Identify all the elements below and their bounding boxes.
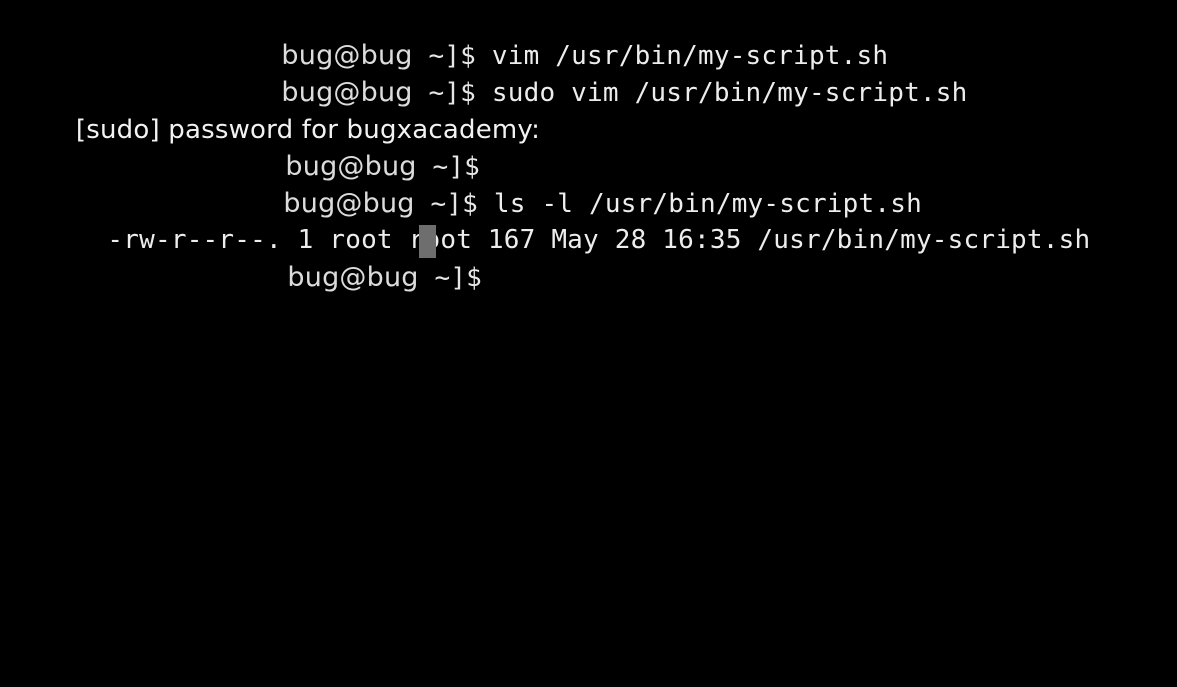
terminal-line-2: bug@bug ~]$ sudo vim /usr/bin/my-script.… (218, 39, 968, 108)
command-text: sudo vim /usr/bin/my-script.sh (491, 78, 968, 108)
terminal-line-6: -rw-r--r--. 1 root root 167 May 28 16:35… (44, 186, 1090, 255)
terminal-line-5: bug@bug ~]$ ls -l /usr/bin/my-script.sh (220, 150, 922, 219)
terminal-cursor (419, 225, 436, 258)
prompt-host: bug@bug (287, 262, 419, 293)
terminal-line-4: bug@bug ~]$ (222, 113, 496, 182)
terminal-line-3: [sudo] password for bugxacademy: (42, 76, 540, 145)
prompt-suffix: ~]$ (418, 263, 498, 293)
terminal-line-1: bug@bug ~]$ vim /usr/bin/my-script.sh (218, 2, 888, 71)
terminal-line-7: bug@bug ~]$ (224, 224, 498, 293)
terminal-window[interactable]: bug@bug ~]$ vim /usr/bin/my-script.sh bu… (0, 0, 1177, 687)
